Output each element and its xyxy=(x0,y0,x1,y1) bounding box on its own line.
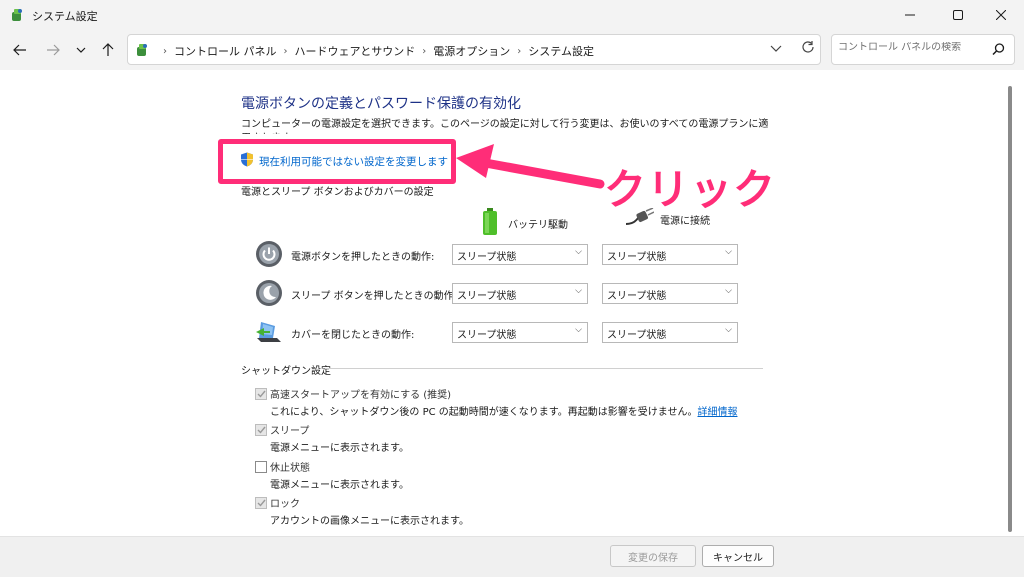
forward-button[interactable] xyxy=(42,39,64,61)
breadcrumb: › コントロール パネル › ハードウェアとサウンド › 電源オプション › シ… xyxy=(156,43,594,59)
lock-label: ロック xyxy=(270,499,300,510)
lock-checkbox[interactable] xyxy=(255,497,267,509)
select-value: スリープ状態 xyxy=(607,291,667,302)
breadcrumb-item[interactable]: システム設定 xyxy=(528,43,594,59)
hibernate-label: 休止状態 xyxy=(270,463,310,474)
select-value: スリープ状態 xyxy=(607,330,667,341)
select-value: スリープ状態 xyxy=(457,330,517,341)
control-panel-icon xyxy=(134,42,150,58)
power-button-plugged-select[interactable]: スリープ状態 ⌵ xyxy=(602,244,738,265)
power-button-icon xyxy=(255,240,283,268)
sleep-checkbox[interactable] xyxy=(255,424,267,436)
lid-close-battery-select[interactable]: スリープ状態 ⌵ xyxy=(452,322,588,343)
control-panel-icon xyxy=(9,7,25,23)
chevron-right-icon[interactable]: › xyxy=(517,46,521,57)
select-value: スリープ状態 xyxy=(457,291,517,302)
sleep-label: スリープ xyxy=(270,426,310,437)
window-title: システム設定 xyxy=(32,10,98,23)
select-value: スリープ状態 xyxy=(457,252,517,263)
chevron-down-icon: ⌵ xyxy=(725,286,732,296)
refresh-icon[interactable] xyxy=(801,40,815,57)
power-button-label: 電源ボタンを押したときの動作: xyxy=(291,252,435,263)
battery-column-header: バッテリ駆動 xyxy=(482,208,568,239)
fast-startup-checkbox[interactable] xyxy=(255,388,267,400)
lid-close-row: カバーを閉じたときの動作: スリープ状態 ⌵ スリープ状態 ⌵ xyxy=(255,318,745,348)
up-button[interactable] xyxy=(97,39,119,61)
page-description: コンピューターの電源設定を選択できます。このページの設定に対して行う変更は、お使… xyxy=(241,119,769,134)
sleep-description: 電源メニューに表示されます。 xyxy=(270,443,409,454)
power-button-battery-select[interactable]: スリープ状態 ⌵ xyxy=(452,244,588,265)
laptop-lid-icon xyxy=(255,318,283,346)
chevron-right-icon[interactable]: › xyxy=(422,46,426,57)
lid-close-plugged-select[interactable]: スリープ状態 ⌵ xyxy=(602,322,738,343)
shutdown-section-title: シャットダウン設定 xyxy=(241,366,331,377)
power-button-row: 電源ボタンを押したときの動作: スリープ状態 ⌵ スリープ状態 ⌵ xyxy=(255,240,745,270)
annotation-highlight-box xyxy=(218,139,456,184)
hibernate-checkbox[interactable] xyxy=(255,461,267,473)
sleep-button-icon xyxy=(255,279,283,307)
chevron-down-icon: ⌵ xyxy=(725,325,732,335)
chevron-down-icon: ⌵ xyxy=(575,247,582,257)
battery-icon xyxy=(482,208,498,239)
power-plug-icon xyxy=(624,207,655,231)
scrollbar[interactable] xyxy=(1008,86,1012,532)
address-bar[interactable]: › コントロール パネル › ハードウェアとサウンド › 電源オプション › シ… xyxy=(127,34,821,65)
lid-close-label: カバーを閉じたときの動作: xyxy=(291,330,415,341)
sleep-button-plugged-select[interactable]: スリープ状態 ⌵ xyxy=(602,283,738,304)
cancel-button[interactable]: キャンセル xyxy=(702,545,774,567)
plugged-column-header: 電源に接続 xyxy=(624,207,710,231)
plugged-column-label: 電源に接続 xyxy=(660,216,710,227)
chevron-down-icon: ⌵ xyxy=(575,325,582,335)
chevron-right-icon[interactable]: › xyxy=(284,46,288,57)
battery-column-label: バッテリ駆動 xyxy=(508,220,568,231)
sleep-button-row: スリープ ボタンを押したときの動作: スリープ状態 ⌵ スリープ状態 ⌵ xyxy=(255,279,745,309)
page-title: 電源ボタンの定義とパスワード保護の有効化 xyxy=(241,96,521,112)
hibernate-description: 電源メニューに表示されます。 xyxy=(270,480,409,491)
fast-startup-label: 高速スタートアップを有効にする (推奨) xyxy=(270,390,452,401)
breadcrumb-item[interactable]: ハードウェアとサウンド xyxy=(295,43,416,59)
select-value: スリープ状態 xyxy=(607,252,667,263)
more-info-link[interactable]: 詳細情報 xyxy=(697,407,737,418)
minimize-button[interactable] xyxy=(887,0,933,30)
annotation-arrow-icon xyxy=(456,144,605,189)
save-changes-button[interactable]: 変更の保存 xyxy=(610,545,696,567)
search-box[interactable] xyxy=(831,34,1015,65)
chevron-right-icon: › xyxy=(163,45,167,57)
search-icon[interactable] xyxy=(992,43,1005,59)
footer-bar xyxy=(0,536,1024,577)
lock-description: アカウントの画像メニューに表示されます。 xyxy=(270,516,469,527)
sleep-button-battery-select[interactable]: スリープ状態 ⌵ xyxy=(452,283,588,304)
chevron-down-icon: ⌵ xyxy=(575,286,582,296)
sleep-button-label: スリープ ボタンを押したときの動作: xyxy=(291,291,457,302)
title-bar: システム設定 xyxy=(0,0,1024,30)
breadcrumb-item[interactable]: コントロール パネル xyxy=(174,43,277,59)
back-button[interactable] xyxy=(9,39,31,61)
chevron-down-icon: ⌵ xyxy=(725,247,732,257)
close-button[interactable] xyxy=(978,0,1024,30)
fast-startup-description: これにより、シャットダウン後の PC の起動時間が速くなります。再起動は影響を受… xyxy=(270,403,737,418)
maximize-button[interactable] xyxy=(935,0,981,30)
address-history-dropdown[interactable] xyxy=(770,43,782,56)
recent-pages-button[interactable] xyxy=(70,39,92,61)
breadcrumb-item[interactable]: 電源オプション xyxy=(433,43,510,59)
section-divider xyxy=(325,368,763,369)
fast-startup-desc-text: これにより、シャットダウン後の PC の起動時間が速くなります。再起動は影響を受… xyxy=(270,407,698,418)
search-input[interactable] xyxy=(838,42,988,53)
